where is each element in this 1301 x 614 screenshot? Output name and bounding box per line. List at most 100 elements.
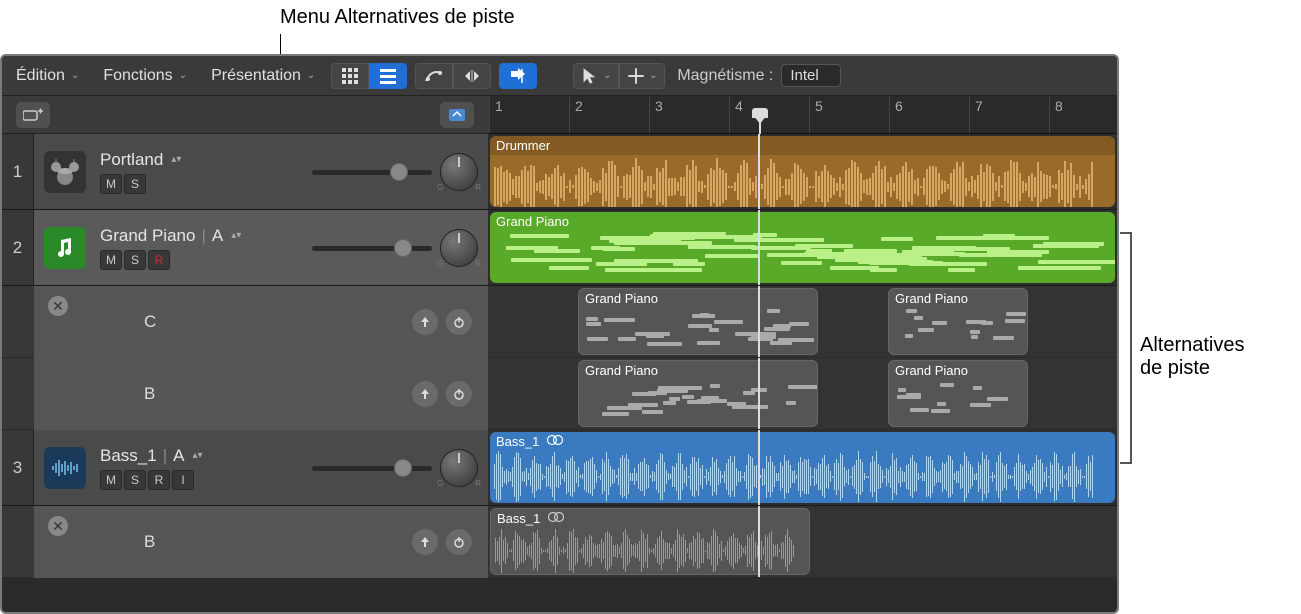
tracks-area: 1 Portland ▴▾ M S GR [2, 134, 1117, 612]
region-lane-alt[interactable]: Grand Piano Grand Piano [488, 358, 1117, 429]
region-midi[interactable]: Grand Piano [490, 212, 1115, 283]
crosshair-icon [627, 67, 645, 85]
record-enable-button[interactable]: R [148, 470, 170, 490]
playhead[interactable] [758, 134, 760, 209]
close-alternatives-button[interactable]: ✕ [48, 516, 68, 536]
solo-button[interactable]: S [124, 174, 146, 194]
secondary-tool-button[interactable]: ⌄ [619, 63, 665, 89]
region-audio-alt[interactable]: Bass_1 [490, 508, 810, 575]
track-header[interactable]: Bass_1|A ▴▾ M S R I GR [34, 430, 488, 505]
record-enable-button[interactable]: R [148, 250, 170, 270]
alternative-name: B [84, 384, 412, 404]
region-midi-alt[interactable]: Grand Piano [578, 288, 818, 355]
automation-curve-button[interactable] [415, 63, 453, 89]
solo-button[interactable]: S [124, 470, 146, 490]
music-note-icon [53, 236, 77, 260]
track-name[interactable]: Grand Piano|A ▴▾ [100, 226, 312, 246]
power-icon [453, 388, 465, 400]
track-alternatives-menu[interactable]: ▴▾ [192, 453, 202, 459]
volume-slider[interactable] [312, 239, 432, 257]
grid-view-button[interactable] [331, 63, 369, 89]
timeline-ruler[interactable]: 1 2 3 4 5 6 7 8 [489, 96, 1117, 134]
power-alternative-button[interactable] [446, 529, 472, 555]
region-lane-alt[interactable]: Bass_1 [488, 506, 1117, 577]
region-midi-alt[interactable]: Grand Piano [888, 288, 1028, 355]
tool-group: ⌄ ⌄ [573, 63, 665, 89]
ruler-number: 2 [575, 98, 583, 114]
track-header[interactable]: Portland ▴▾ M S GR [34, 134, 488, 209]
pan-knob[interactable]: GR [440, 153, 478, 191]
playhead [758, 286, 760, 357]
region-title: Grand Piano [490, 212, 1115, 231]
track-number: 2 [2, 210, 34, 285]
track-alternative-row: B Grand Piano Grand Piano [2, 358, 1117, 430]
mute-button[interactable]: M [100, 250, 122, 270]
region-midi-alt[interactable]: Grand Piano [578, 360, 818, 427]
promote-alternative-button[interactable] [412, 309, 438, 335]
playhead[interactable] [758, 210, 760, 285]
pointer-tool-button[interactable]: ⌄ [573, 63, 619, 89]
alternative-header[interactable]: ✕ C [34, 286, 488, 358]
add-track-button[interactable] [16, 102, 50, 128]
region-lane[interactable]: Drummer [488, 134, 1117, 209]
snap-select[interactable]: Intel [781, 64, 841, 87]
promote-alternative-button[interactable] [412, 381, 438, 407]
region-drummer[interactable]: Drummer [490, 136, 1115, 207]
region-midi-alt[interactable]: Grand Piano [888, 360, 1028, 427]
track-row: 2 Grand Piano|A ▴▾ M S R [2, 210, 1117, 286]
collapse-button[interactable] [440, 102, 474, 128]
menu-edition[interactable]: Édition⌄ [8, 63, 87, 89]
input-monitor-button[interactable]: I [172, 470, 194, 490]
playhead [758, 358, 760, 429]
drumkit-icon [50, 157, 80, 187]
ruler-number: 5 [815, 98, 823, 114]
solo-button[interactable]: S [124, 250, 146, 270]
power-icon [453, 316, 465, 328]
ruler-number: 7 [975, 98, 983, 114]
track-header[interactable]: Grand Piano|A ▴▾ M S R GR [34, 210, 488, 285]
promote-alternative-button[interactable] [412, 529, 438, 555]
region-lane[interactable]: Bass_1 [488, 430, 1117, 505]
power-alternative-button[interactable] [446, 381, 472, 407]
region-audio[interactable]: Bass_1 [490, 432, 1115, 503]
track-name[interactable]: Bass_1|A ▴▾ [100, 446, 312, 466]
list-view-button[interactable] [369, 63, 407, 89]
callout-right: Alternatives de piste [1140, 334, 1245, 380]
menu-fonctions[interactable]: Fonctions⌄ [95, 63, 195, 89]
playhead-handle[interactable] [759, 108, 761, 134]
alternative-header[interactable]: B [34, 358, 488, 430]
stereo-icon [547, 434, 563, 446]
ruler-number: 1 [495, 98, 503, 114]
pan-knob[interactable]: GR [440, 449, 478, 487]
region-lane[interactable]: Grand Piano [488, 210, 1117, 285]
catch-playhead-button[interactable] [499, 63, 537, 89]
track-alternatives-menu[interactable]: ▴▾ [231, 233, 241, 239]
pan-knob[interactable]: GR [440, 229, 478, 267]
ruler-number: 4 [735, 98, 743, 114]
volume-slider[interactable] [312, 459, 432, 477]
arrow-up-icon [419, 388, 431, 400]
automation-group [415, 63, 491, 89]
playhead [758, 506, 760, 577]
track-name[interactable]: Portland ▴▾ [100, 150, 312, 170]
alternative-header[interactable]: ✕ B [34, 506, 488, 578]
flex-button[interactable] [453, 63, 491, 89]
collapse-icon [448, 108, 466, 122]
volume-slider[interactable] [312, 163, 432, 181]
menu-presentation[interactable]: Présentation⌄ [203, 63, 323, 89]
track-alternatives-menu[interactable]: ▴▾ [171, 157, 181, 163]
mute-button[interactable]: M [100, 470, 122, 490]
region-title: Grand Piano [579, 289, 817, 308]
callout-text: Alternatives [1140, 334, 1245, 357]
add-track-icon [23, 108, 43, 122]
flex-icon [463, 67, 481, 85]
mute-button[interactable]: M [100, 174, 122, 194]
snap-label: Magnétisme : [677, 67, 773, 85]
power-icon [453, 536, 465, 548]
ruler-number: 3 [655, 98, 663, 114]
power-alternative-button[interactable] [446, 309, 472, 335]
region-title: Grand Piano [889, 361, 1027, 380]
track-number: 1 [2, 134, 34, 209]
close-alternatives-button[interactable]: ✕ [48, 296, 68, 316]
region-lane-alt[interactable]: Grand Piano Grand Piano [488, 286, 1117, 357]
